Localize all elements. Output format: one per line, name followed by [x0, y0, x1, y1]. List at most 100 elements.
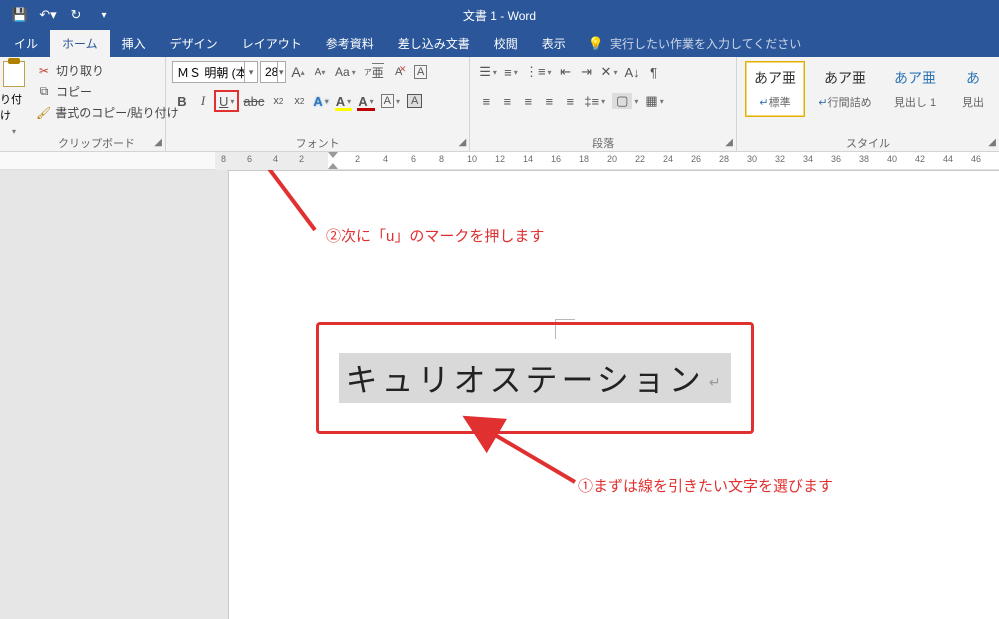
ruler-num: 8: [221, 154, 226, 164]
tab-file[interactable]: イル: [2, 30, 50, 57]
style-heading1[interactable]: あア亜 見出し 1: [885, 61, 945, 117]
tab-layout[interactable]: レイアウト: [230, 30, 314, 57]
tab-references[interactable]: 参考資料: [314, 30, 386, 57]
show-hide-marks-button[interactable]: ¶: [644, 61, 664, 83]
font-color-button[interactable]: [355, 90, 376, 112]
ruler-num: 4: [383, 154, 388, 164]
styles-dialog-launcher-icon[interactable]: ◢: [988, 135, 996, 150]
annotation-step1: ①まずは線を引きたい文字を選びます: [578, 475, 858, 496]
arrow-to-selection-icon: [480, 422, 600, 505]
align-left-button[interactable]: ≡: [476, 90, 496, 112]
decrease-indent-button[interactable]: ⇤: [556, 61, 576, 83]
font-size-dropdown-icon[interactable]: ▾: [277, 62, 285, 82]
paste-label: り付け: [0, 91, 28, 123]
ruler-num: 24: [663, 154, 673, 164]
ruler-num: 16: [551, 154, 561, 164]
undo-icon[interactable]: ↶▾: [38, 5, 58, 25]
clipboard-dialog-launcher-icon[interactable]: ◢: [154, 135, 162, 150]
subscript-button[interactable]: x2: [268, 90, 288, 112]
tab-design[interactable]: デザイン: [158, 30, 230, 57]
styles-group-label: スタイル ◢: [737, 137, 999, 152]
highlight-color-button[interactable]: [333, 90, 354, 112]
increase-indent-button[interactable]: ⇥: [577, 61, 597, 83]
shrink-font-button[interactable]: [310, 61, 330, 83]
paste-button[interactable]: り付け ▾: [0, 57, 28, 136]
format-painter-button[interactable]: 🖌 書式のコピー/貼り付け: [32, 103, 161, 122]
ruler-margin-left: [215, 152, 328, 170]
multilevel-list-button[interactable]: ⋮≡: [522, 61, 555, 83]
character-shading-button[interactable]: A: [378, 90, 403, 112]
redo-icon[interactable]: ↻: [66, 5, 86, 25]
document-selected-text[interactable]: キュリオステーション: [339, 353, 730, 403]
ribbon: り付け ▾ ✂ 切り取り ⧉ コピー 🖌 書式のコピー/貼り付け: [0, 57, 999, 152]
numbering-button[interactable]: ≡: [501, 61, 521, 83]
strikethrough-button[interactable]: abc: [240, 90, 267, 112]
text-effects-button[interactable]: [310, 90, 331, 112]
first-line-indent-marker[interactable]: [328, 152, 338, 158]
ruler-num: 20: [607, 154, 617, 164]
save-icon[interactable]: 💾: [10, 5, 30, 25]
ruler-num: 2: [355, 154, 360, 164]
tab-view[interactable]: 表示: [530, 30, 578, 57]
style-normal[interactable]: あア亜 ↵標準: [745, 61, 805, 117]
ruler-num: 46: [971, 154, 981, 164]
ribbon-tabs: イル ホーム 挿入 デザイン レイアウト 参考資料 差し込み文書 校閲 表示 💡…: [0, 30, 999, 57]
font-size-value: 28: [261, 65, 277, 79]
bullets-button[interactable]: ☰: [476, 61, 500, 83]
character-border-button[interactable]: A: [404, 90, 425, 112]
change-case-button[interactable]: [332, 61, 359, 83]
ruler-num: 10: [467, 154, 477, 164]
cut-button[interactable]: ✂ 切り取り: [32, 61, 161, 80]
justify-button[interactable]: ≡: [539, 90, 559, 112]
tab-home[interactable]: ホーム: [50, 30, 110, 57]
style-heading1-label: 見出し 1: [894, 94, 936, 110]
ruler-num: 30: [747, 154, 757, 164]
copy-button[interactable]: ⧉ コピー: [32, 82, 161, 101]
italic-button[interactable]: I: [193, 90, 213, 112]
line-spacing-button[interactable]: ‡≡: [581, 90, 608, 112]
ruler-num: 44: [943, 154, 953, 164]
hanging-indent-marker[interactable]: [328, 163, 338, 169]
paste-icon: [3, 61, 25, 87]
tab-mailings[interactable]: 差し込み文書: [386, 30, 482, 57]
ruler-num: 42: [915, 154, 925, 164]
copy-icon: ⧉: [36, 85, 52, 99]
ruler-num: 22: [635, 154, 645, 164]
font-name-dropdown-icon[interactable]: ▾: [244, 62, 257, 82]
style-normal-preview: あア亜: [754, 68, 796, 88]
underline-button[interactable]: U: [214, 90, 239, 112]
bold-button[interactable]: B: [172, 90, 192, 112]
font-name-value: ＭＳ 明朝 (本: [173, 64, 244, 81]
paragraph-dialog-launcher-icon[interactable]: ◢: [725, 135, 733, 150]
tab-review[interactable]: 校閲: [482, 30, 530, 57]
grow-font-button[interactable]: [288, 61, 308, 83]
borders-button[interactable]: ▦: [642, 90, 666, 112]
style-heading2[interactable]: あ 見出: [955, 61, 991, 117]
align-center-button[interactable]: ≡: [497, 90, 517, 112]
asian-layout-button[interactable]: ✕: [598, 61, 621, 83]
scissors-icon: ✂: [36, 64, 52, 78]
style-nospacing[interactable]: あア亜 ↵行間詰め: [815, 61, 875, 117]
qat-customize-icon[interactable]: ▾: [94, 5, 114, 25]
clear-formatting-button[interactable]: A✕: [389, 61, 409, 83]
font-name-combo[interactable]: ＭＳ 明朝 (本 ▾: [172, 61, 258, 83]
ruler-num: 38: [859, 154, 869, 164]
paragraph-group-label: 段落 ◢: [470, 137, 736, 152]
superscript-button[interactable]: x2: [289, 90, 309, 112]
font-group-label: フォント ◢: [166, 137, 469, 152]
phonetic-guide-button[interactable]: ア亜: [361, 61, 387, 83]
clipboard-group-label: クリップボード ◢: [28, 137, 165, 152]
distributed-button[interactable]: ≡: [560, 90, 580, 112]
tab-insert[interactable]: 挿入: [110, 30, 158, 57]
ruler-num: 12: [495, 154, 505, 164]
cut-label: 切り取り: [56, 62, 104, 79]
font-size-combo[interactable]: 28 ▾: [260, 61, 286, 83]
enclose-characters-button[interactable]: A: [411, 61, 431, 83]
font-dialog-launcher-icon[interactable]: ◢: [459, 135, 467, 150]
shading-button[interactable]: ▢: [609, 90, 641, 112]
align-right-button[interactable]: ≡: [518, 90, 538, 112]
horizontal-ruler[interactable]: 8642246810121416182022242628303234363840…: [215, 152, 999, 170]
sort-button[interactable]: A↓: [621, 61, 642, 83]
ruler-num: 40: [887, 154, 897, 164]
tell-me-box[interactable]: 💡 実行したい作業を入力してください: [578, 30, 811, 57]
